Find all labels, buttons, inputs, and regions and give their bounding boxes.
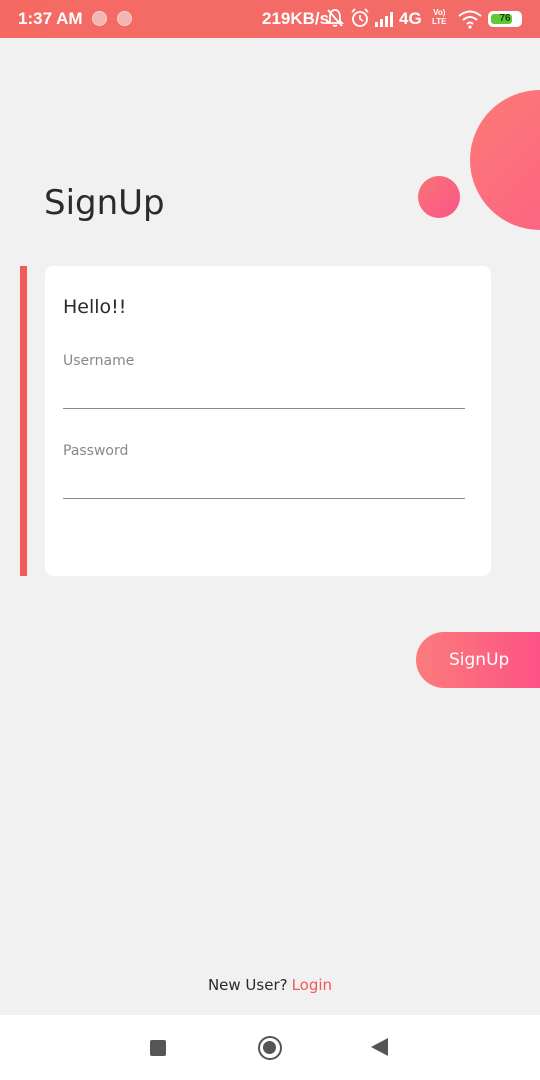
wifi-icon <box>457 9 483 34</box>
password-label: Password <box>63 443 129 459</box>
notification-dot-icon <box>92 11 107 26</box>
back-button[interactable] <box>371 1038 388 1056</box>
password-field[interactable] <box>63 469 465 499</box>
username-field[interactable] <box>63 379 465 409</box>
system-navigation-bar <box>0 1015 540 1080</box>
new-user-text: New User? <box>207 976 288 994</box>
battery-icon: 76 <box>488 11 522 27</box>
username-label: Username <box>63 353 135 369</box>
status-bar: 1:37 AM 219KB/s 4G Vo) LTE 76 <box>0 0 540 38</box>
notification-dot-icon <box>117 11 132 26</box>
network-speed: 219KB/s <box>262 9 330 28</box>
mute-bell-icon <box>325 8 345 33</box>
home-button[interactable] <box>258 1036 282 1060</box>
card-heading: Hello!! <box>63 296 127 318</box>
card-accent-bar <box>20 266 27 576</box>
footer-login-prompt: New User? Login <box>0 976 540 994</box>
battery-level: 76 <box>499 13 511 24</box>
signup-button[interactable]: SignUp <box>416 632 540 688</box>
network-type: 4G <box>399 9 422 28</box>
signup-screen: 1:37 AM 219KB/s 4G Vo) LTE 76 SignUp Hel… <box>0 0 540 1080</box>
login-link[interactable]: Login <box>292 976 332 994</box>
volte-label: Vo) LTE <box>432 8 447 26</box>
recent-apps-button[interactable] <box>150 1040 166 1056</box>
home-icon <box>263 1041 276 1054</box>
status-time: 1:37 AM <box>18 9 83 28</box>
decorative-small-circle <box>418 176 460 218</box>
page-title: SignUp <box>44 183 165 223</box>
signal-icon <box>375 10 397 33</box>
alarm-icon <box>350 8 370 33</box>
signup-form-card: Hello!! Username Password <box>45 266 491 576</box>
decorative-large-circle <box>470 90 540 230</box>
